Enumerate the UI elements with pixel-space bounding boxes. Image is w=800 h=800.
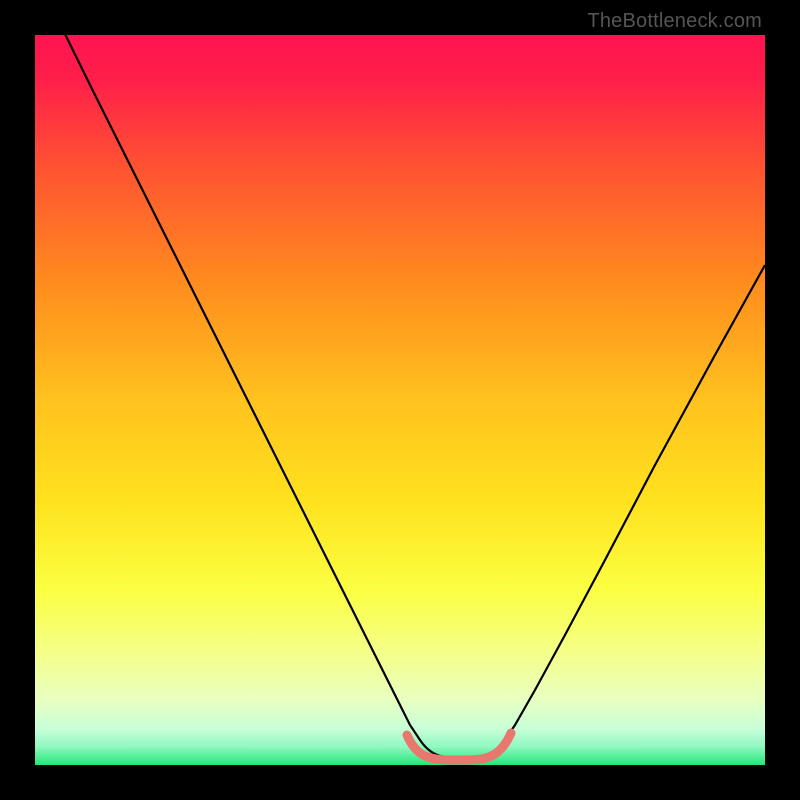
bottleneck-curve bbox=[35, 35, 765, 765]
watermark-text: TheBottleneck.com bbox=[587, 10, 762, 33]
chart-plot-area bbox=[35, 35, 765, 765]
